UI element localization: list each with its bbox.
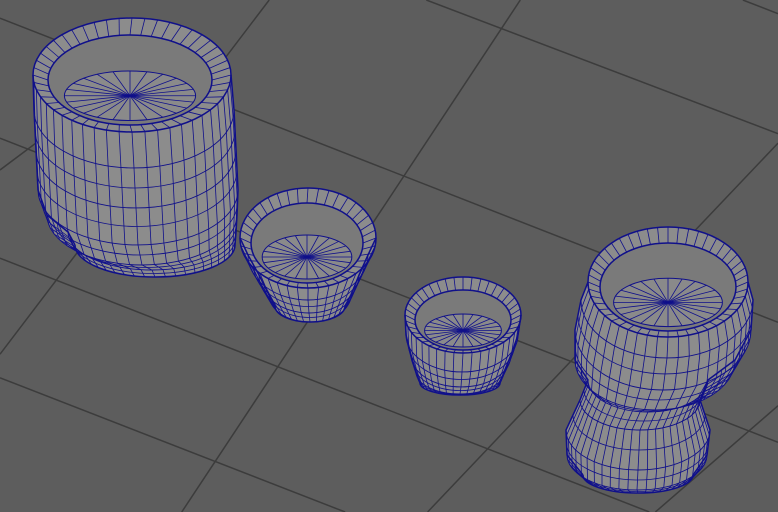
round-vase-pot[interactable] [565, 226, 754, 494]
large-cylinder-pot[interactable] [32, 17, 239, 278]
scene-objects [32, 17, 754, 494]
viewport-canvas[interactable] [0, 0, 778, 512]
grid-line [0, 377, 346, 512]
wire-edge [598, 308, 610, 310]
grid-line [742, 0, 778, 15]
wire-edge [726, 308, 738, 310]
small-tapered-pot[interactable] [239, 187, 377, 323]
grid-line [426, 0, 778, 135]
3d-viewport[interactable] [0, 0, 778, 512]
smaller-tapered-pot[interactable] [404, 276, 522, 396]
